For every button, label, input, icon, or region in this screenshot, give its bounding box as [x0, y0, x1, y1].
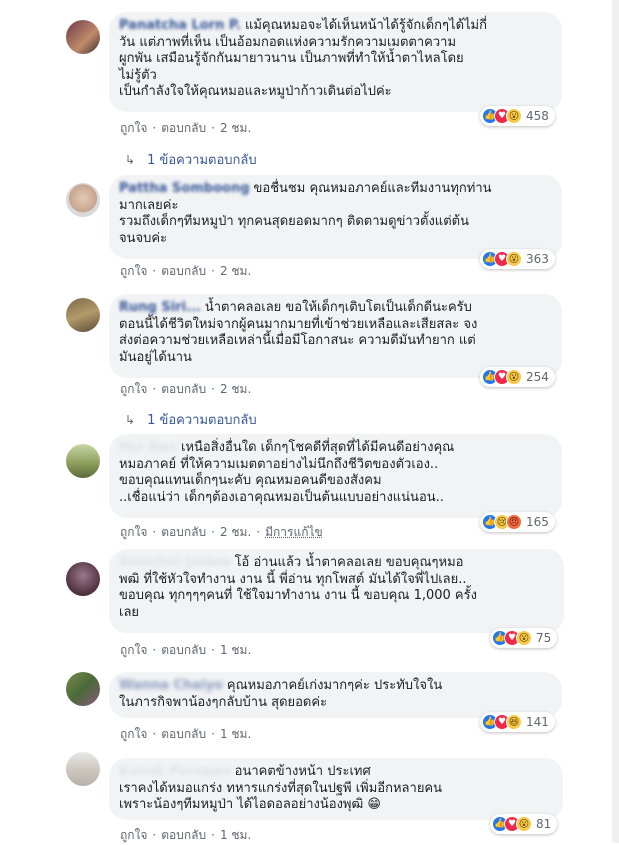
like-link[interactable]: ถูกใจ: [120, 382, 147, 396]
comments-panel: Panatcha Lorn P. แม้คุณหมอจะได้เห็นหน้าได…: [0, 0, 612, 843]
comment-bubble: Rung Siri... น้ำตาคลอเลย ขอให้เด็กๆเติบโต…: [109, 294, 562, 378]
comment-author[interactable]: Kanok Pornpan: [119, 764, 231, 779]
comment-actions: ถูกใจ · ตอบกลับ · 2 ชม.: [120, 121, 252, 135]
comment-time[interactable]: 2 ชม.: [220, 121, 251, 135]
reaction-summary[interactable]: 👍 😢 😠 165: [480, 512, 555, 532]
avatar[interactable]: [66, 20, 100, 54]
wow-reaction-icon: 😮: [506, 251, 522, 267]
reaction-count: 75: [536, 631, 552, 645]
comment-time[interactable]: 1 ชม.: [220, 828, 251, 842]
like-link[interactable]: ถูกใจ: [120, 264, 147, 278]
reply-link[interactable]: ตอบกลับ: [161, 727, 206, 741]
comment-time[interactable]: 2 ชม.: [220, 264, 251, 278]
reaction-count: 141: [526, 715, 549, 729]
avatar[interactable]: [66, 562, 100, 596]
comment-author[interactable]: Panatcha Lorn P.: [119, 18, 241, 33]
scrollbar[interactable]: [612, 0, 619, 843]
reply-arrow-icon: ↳: [125, 153, 136, 167]
reaction-count: 81: [536, 817, 552, 831]
comment-bubble: Nui Nan เหนือสิ่งอื่นใด เด็กๆโชคดีที่สุดท…: [109, 434, 562, 518]
avatar[interactable]: [66, 298, 100, 332]
reply-arrow-icon: ↳: [125, 413, 136, 427]
reaction-summary[interactable]: 👍 ♥ 😮 81: [490, 814, 558, 834]
comment-actions: ถูกใจ · ตอบกลับ · 2 ชม. · มีการแก้ไข: [120, 525, 323, 539]
comment-bubble: Pattha Somboong ขอชื่นชม คุณหมอภาคย์และที…: [109, 175, 562, 259]
comment-time[interactable]: 2 ชม.: [220, 382, 251, 396]
like-link[interactable]: ถูกใจ: [120, 643, 147, 657]
comment-bubble: Panatcha Lorn P. แม้คุณหมอจะได้เห็นหน้าได…: [109, 12, 562, 112]
reaction-summary[interactable]: 👍 ♥ 😮 363: [480, 249, 555, 269]
comment-actions: ถูกใจ · ตอบกลับ · 1 ชม.: [120, 727, 252, 741]
reply-link[interactable]: ตอบกลับ: [161, 828, 206, 842]
avatar[interactable]: [66, 752, 100, 786]
comment-author[interactable]: Pattha Somboong: [119, 181, 250, 196]
like-link[interactable]: ถูกใจ: [120, 121, 147, 135]
reaction-count: 458: [526, 109, 549, 123]
avatar[interactable]: [66, 444, 100, 478]
comment-actions: ถูกใจ · ตอบกลับ · 1 ชม.: [120, 828, 252, 842]
wow-reaction-icon: 😮: [516, 630, 532, 646]
reply-link[interactable]: ตอบกลับ: [161, 643, 206, 657]
comment-time[interactable]: 1 ชม.: [220, 643, 251, 657]
edited-label[interactable]: มีการแก้ไข: [265, 525, 323, 539]
reply-link[interactable]: ตอบกลับ: [161, 264, 206, 278]
reply-link[interactable]: ตอบกลับ: [161, 121, 206, 135]
comment-actions: ถูกใจ · ตอบกลับ · 2 ชม.: [120, 382, 252, 396]
angry-reaction-icon: 😠: [506, 514, 522, 530]
like-link[interactable]: ถูกใจ: [120, 727, 147, 741]
reaction-summary[interactable]: 👍 ♥ 😮 75: [490, 628, 558, 648]
comment-actions: ถูกใจ · ตอบกลับ · 2 ชม.: [120, 264, 252, 278]
like-link[interactable]: ถูกใจ: [120, 828, 147, 842]
comment-actions: ถูกใจ · ตอบกลับ · 1 ชม.: [120, 643, 252, 657]
reaction-summary[interactable]: 👍 ♥ 😆 141: [480, 712, 555, 732]
view-replies-link[interactable]: ↳ 1 ข้อความตอบกลับ: [125, 149, 257, 170]
reaction-summary[interactable]: 👍 ♥ 😮 254: [480, 367, 555, 387]
comment-bubble: Kanok Pornpan อนาคตข้างหน้า ประเทศ เราคงไ…: [109, 758, 563, 820]
reaction-count: 254: [526, 370, 549, 384]
haha-reaction-icon: 😆: [506, 714, 522, 730]
comment-time[interactable]: 1 ชม.: [220, 727, 251, 741]
comment-bubble: Somchai Jaidee โอ้ อ่านแล้ว น้ำตาคลอเลย ข…: [109, 549, 564, 633]
like-link[interactable]: ถูกใจ: [120, 525, 147, 539]
avatar[interactable]: [66, 183, 100, 217]
wow-reaction-icon: 😮: [516, 816, 532, 832]
reaction-count: 165: [526, 515, 549, 529]
reply-link[interactable]: ตอบกลับ: [161, 525, 206, 539]
wow-reaction-icon: 😮: [506, 369, 522, 385]
comment-author[interactable]: Wanna Chaiyo: [119, 678, 223, 693]
reaction-summary[interactable]: 👍 ♥ 😮 458: [480, 106, 555, 126]
comment-author[interactable]: Nui Nan: [119, 440, 177, 455]
reply-link[interactable]: ตอบกลับ: [161, 382, 206, 396]
comment-time[interactable]: 2 ชม.: [220, 525, 251, 539]
wow-reaction-icon: 😮: [506, 108, 522, 124]
comment-author[interactable]: Somchai Jaidee: [119, 555, 231, 570]
reaction-count: 363: [526, 252, 549, 266]
avatar[interactable]: [66, 672, 100, 706]
comment-author[interactable]: Rung Siri...: [119, 300, 201, 315]
view-replies-link[interactable]: ↳ 1 ข้อความตอบกลับ: [125, 409, 257, 430]
